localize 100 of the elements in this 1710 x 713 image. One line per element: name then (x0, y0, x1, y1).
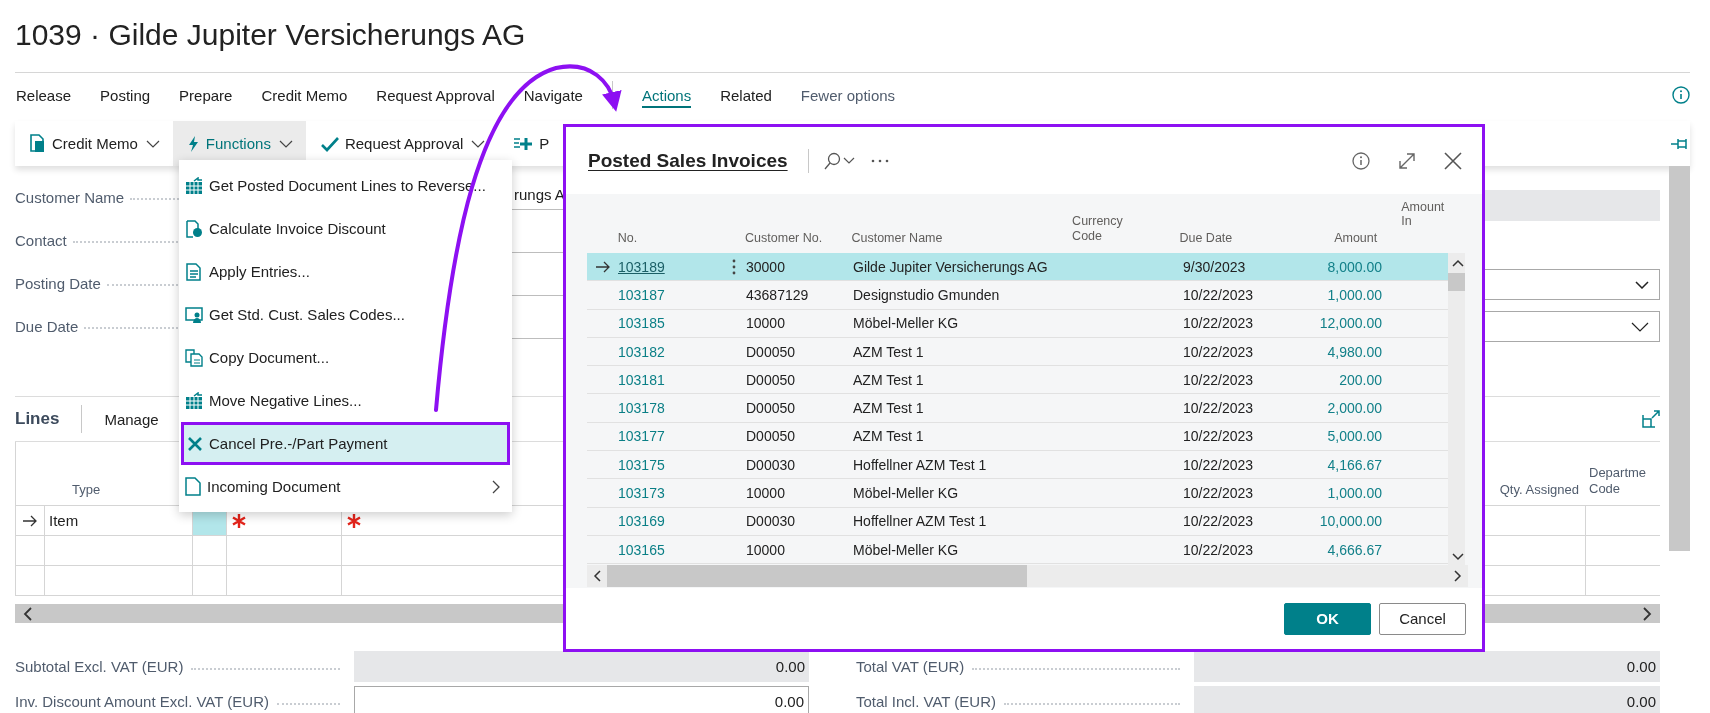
toolbar-button[interactable]: P (498, 121, 563, 166)
table-row[interactable]: 103177 D00050 AZM Test 1 10/22/2023 5,000.00 (587, 422, 1448, 452)
field-label: Inv. Discount Amount Excl. VAT (EUR) (15, 693, 269, 710)
amount-link[interactable]: 1,000.00 (1327, 485, 1382, 501)
info-icon[interactable] (1352, 151, 1370, 170)
table-row[interactable]: 103175 D00030 Hoffellner AZM Test 1 10/22/2023 4,166.67 (587, 451, 1448, 480)
invoice-number-link[interactable]: 103173 (618, 485, 665, 501)
table-cell: 10/22/2023 (1183, 400, 1254, 417)
column-header[interactable]: Amount (1334, 231, 1378, 245)
dialog-title[interactable]: Posted Sales Invoices (588, 149, 788, 172)
table-cell: 10/22/2023 (1183, 485, 1254, 501)
table-row[interactable]: 103185 10000 Möbel-Meller KG 10/22/2023 12,000.00 (587, 309, 1448, 338)
action-menu-button[interactable]: Prepare (179, 82, 233, 108)
action-menu-button[interactable]: Request Approval (376, 82, 495, 108)
invoice-number-link[interactable]: 103177 (618, 428, 665, 445)
toolbar-button[interactable]: Request Approval (305, 121, 499, 166)
scroll-thumb[interactable] (1448, 273, 1465, 291)
horizontal-scrollbar[interactable] (587, 565, 1468, 587)
table-row[interactable]: 103165 10000 Möbel-Meller KG 10/22/2023 4,666.67 (587, 535, 1448, 565)
close-icon[interactable] (1444, 151, 1462, 170)
cancel-button[interactable]: Cancel (1379, 602, 1466, 635)
invoice-number-link[interactable]: 103189 (618, 258, 665, 275)
action-menu-button[interactable]: Navigate (523, 82, 583, 108)
expand-icon[interactable] (1398, 151, 1416, 170)
row-menu-icon[interactable] (732, 258, 736, 275)
amount-link[interactable]: 1,000.00 (1327, 286, 1382, 303)
table-cell: D00050 (746, 343, 796, 360)
more-icon[interactable] (870, 158, 889, 163)
table-cell: Hoffellner AZM Test 1 (853, 456, 987, 473)
amount-link[interactable]: 12,000.00 (1319, 315, 1382, 332)
invoice-number-link[interactable]: 103165 (618, 541, 665, 558)
menu-item[interactable]: Get Std. Cust. Sales Codes... (179, 293, 512, 336)
invoice-number-link[interactable]: 103178 (618, 400, 665, 417)
scroll-down-icon[interactable] (1452, 553, 1464, 561)
scroll-up-icon[interactable] (1452, 259, 1464, 267)
table-row[interactable]: 103181 D00050 AZM Test 1 10/22/2023 200.00 (587, 366, 1448, 395)
table-cell: Hoffellner AZM Test 1 (853, 513, 987, 530)
menu-item[interactable]: Move Negative Lines... (179, 379, 512, 422)
column-header[interactable]: Amount In (1401, 200, 1445, 228)
invoice-number-link[interactable]: 103185 (618, 315, 665, 332)
invoice-number-link[interactable]: 103175 (618, 456, 665, 473)
column-header[interactable]: Currency Code (1072, 213, 1143, 245)
action-menu-button[interactable]: Posting (100, 82, 151, 108)
column-header[interactable]: Due Date (1179, 231, 1233, 245)
invoice-number-link[interactable]: 103182 (618, 343, 665, 360)
vertical-scrollbar[interactable] (1669, 166, 1690, 551)
scroll-right-icon[interactable] (1642, 606, 1652, 621)
expand-icon[interactable] (1642, 410, 1660, 428)
amount-link[interactable]: 8,000.00 (1327, 258, 1382, 275)
column-header: Departme Code (1589, 464, 1648, 497)
scroll-right-icon[interactable] (1454, 570, 1462, 582)
table-row[interactable]: 103178 D00050 AZM Test 1 10/22/2023 2,000.00 (587, 394, 1448, 423)
table-row[interactable]: 103169 D00030 Hoffellner AZM Test 1 10/22/2023 10,000.00 (587, 507, 1448, 536)
invoice-number-link[interactable]: 103169 (618, 513, 665, 530)
action-tab[interactable]: Related (720, 82, 772, 108)
column-header[interactable]: Customer Name (851, 231, 943, 245)
column-header[interactable]: No. (617, 231, 638, 245)
pin-icon[interactable] (1670, 136, 1690, 151)
amount-field: 0.00 (1194, 686, 1660, 713)
menu-item[interactable]: Apply Entries... (179, 250, 512, 293)
table-row[interactable]: 103189 30000 Gilde Jupiter Versicherungs AG 9/30/2023 8,000.00 (587, 253, 1448, 282)
info-icon[interactable] (1672, 86, 1690, 104)
amount-link[interactable]: 5,000.00 (1327, 428, 1382, 445)
amount-field[interactable]: 0.00 (354, 686, 809, 713)
action-tab[interactable]: Actions (641, 82, 692, 108)
manage-button[interactable]: Manage (104, 410, 159, 428)
table-cell: 10/22/2023 (1183, 513, 1254, 530)
table-row[interactable]: 103182 D00050 AZM Test 1 10/22/2023 4,980.00 (587, 337, 1448, 367)
amount-link[interactable]: 2,000.00 (1327, 400, 1382, 417)
page-title: 1039 · Gilde Jupiter Versicherungs AG (15, 6, 1690, 73)
vertical-scrollbar[interactable] (1448, 253, 1465, 565)
amount-link[interactable]: 4,666.67 (1327, 541, 1382, 558)
lightning-icon (187, 135, 200, 152)
menu-item[interactable]: Incoming Document (179, 465, 512, 508)
copy-icon (185, 348, 203, 367)
ok-button[interactable]: OK (1284, 602, 1371, 635)
table-row[interactable]: 103173 10000 Möbel-Meller KG 10/22/2023 1,000.00 (587, 479, 1448, 508)
menu-item[interactable]: Cancel Pre.-/Part Payment (181, 422, 510, 465)
action-menu-button[interactable]: Release (16, 82, 72, 108)
column-header: Type (72, 482, 101, 497)
menu-item[interactable]: Copy Document... (179, 336, 512, 379)
toolbar-button[interactable]: Credit Memo (15, 121, 173, 166)
amount-link[interactable]: 4,980.00 (1327, 343, 1382, 360)
table-cell: Item (49, 512, 79, 529)
amount-link[interactable]: 200.00 (1339, 371, 1382, 388)
menu-item[interactable]: Calculate Invoice Discount (179, 207, 512, 250)
amount-link[interactable]: 10,000.00 (1319, 513, 1382, 530)
scroll-left-icon[interactable] (23, 606, 33, 621)
amount-link[interactable]: 4,166.67 (1327, 456, 1382, 473)
scroll-left-icon[interactable] (593, 570, 601, 582)
column-header[interactable]: Customer No. (745, 231, 823, 245)
fewer-options-link[interactable]: Fewer options (800, 82, 896, 108)
search-icon[interactable] (822, 151, 857, 170)
table-row[interactable]: 103187 43687129 Designstudio Gmunden 10/22/2023 1,000.00 (587, 281, 1448, 310)
scroll-thumb[interactable] (607, 565, 1027, 587)
field-label: Subtotal Excl. VAT (EUR) (15, 658, 184, 675)
action-menu-button[interactable]: Credit Memo (261, 82, 348, 108)
table-cell: D00050 (746, 400, 796, 417)
invoice-number-link[interactable]: 103187 (618, 286, 665, 303)
invoice-number-link[interactable]: 103181 (618, 371, 665, 388)
